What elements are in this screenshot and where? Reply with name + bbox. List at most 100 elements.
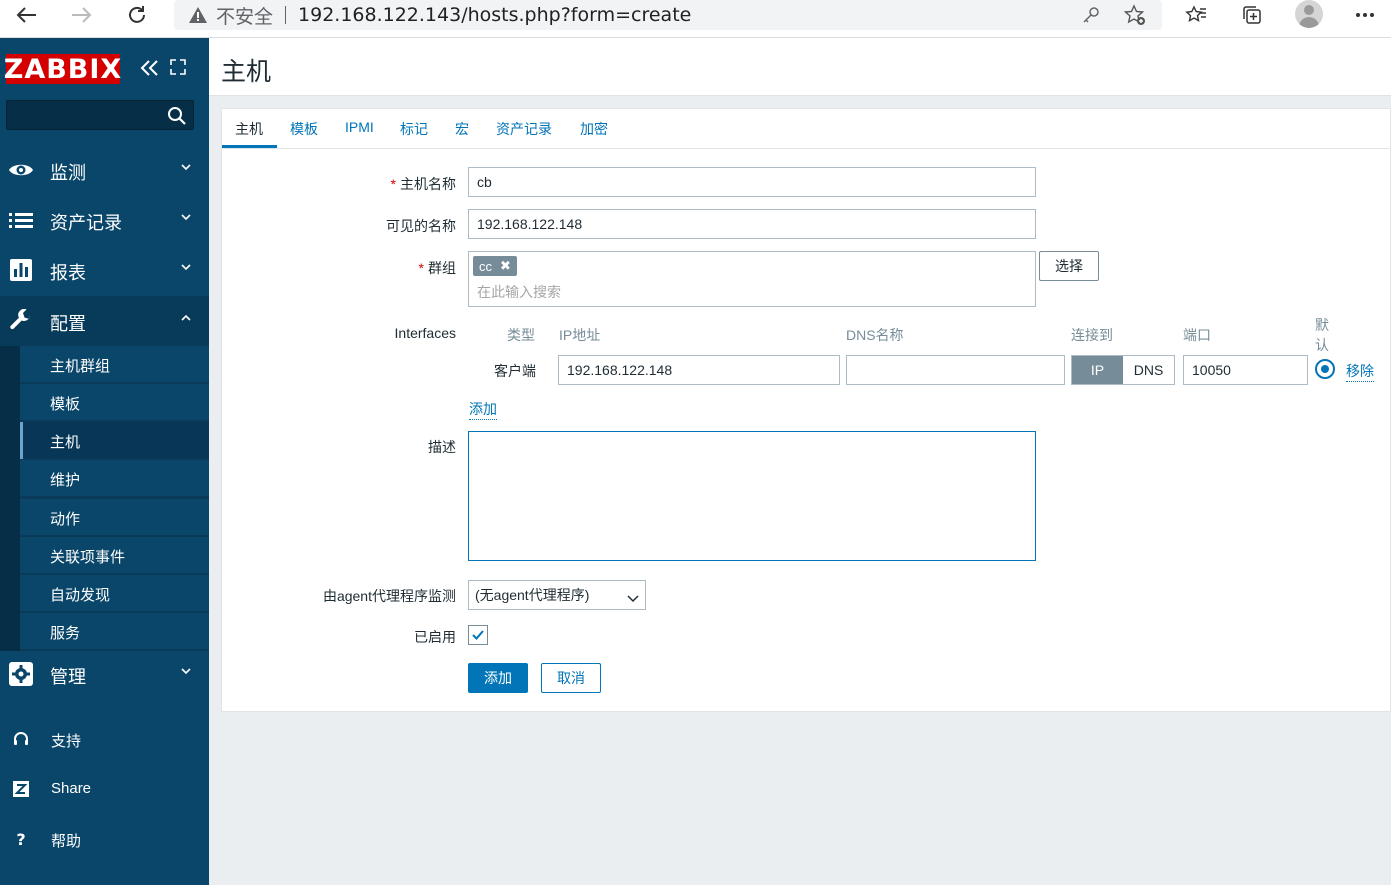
required-asterisk: * bbox=[418, 260, 424, 276]
url-divider bbox=[285, 6, 287, 24]
menu-monitoring[interactable]: 监测 bbox=[0, 145, 209, 195]
submenu-event-correlation[interactable]: 关联项事件 bbox=[20, 537, 209, 574]
chart-icon bbox=[8, 257, 34, 283]
tab-templates[interactable]: 模板 bbox=[290, 119, 318, 149]
reload-icon bbox=[129, 6, 145, 23]
proxy-select[interactable]: (无agent代理程序) bbox=[468, 580, 646, 610]
more-options-icon[interactable] bbox=[1352, 2, 1378, 28]
add-button[interactable]: 添加 bbox=[468, 663, 528, 693]
address-bar[interactable]: 不安全 192.168.122.143/hosts.php?form=creat… bbox=[174, 0, 1162, 30]
host-name-input[interactable]: cb bbox=[468, 167, 1036, 197]
groups-label-text: 群组 bbox=[428, 260, 456, 276]
add-interface-link[interactable]: 添加 bbox=[469, 399, 497, 420]
col-port: 端口 bbox=[1183, 327, 1211, 343]
submenu-host-groups[interactable]: 主机群组 bbox=[20, 346, 209, 383]
share-icon bbox=[10, 779, 32, 799]
back-arrow-icon bbox=[16, 7, 36, 23]
interface-ip-input[interactable]: 192.168.122.148 bbox=[558, 355, 840, 385]
insecure-label: 不安全 bbox=[216, 5, 274, 28]
interface-dns-input[interactable] bbox=[846, 355, 1065, 385]
connect-ip-option[interactable]: IP bbox=[1072, 356, 1123, 384]
description-textarea[interactable] bbox=[468, 431, 1036, 561]
required-asterisk: * bbox=[390, 176, 396, 192]
add-favorite-icon[interactable] bbox=[1124, 4, 1146, 26]
submenu-hosts[interactable]: 主机 bbox=[20, 422, 209, 459]
tab-inventory[interactable]: 资产记录 bbox=[496, 119, 552, 149]
host-name-label-text: 主机名称 bbox=[400, 176, 456, 192]
interface-port-input[interactable]: 10050 bbox=[1183, 355, 1308, 385]
proxy-select-value: (无agent代理程序) bbox=[475, 587, 590, 603]
configuration-submenu: 主机群组 模板 主机 维护 动作 关联项事件 自动发现 服务 bbox=[0, 346, 209, 651]
tab-macros[interactable]: 宏 bbox=[455, 119, 469, 149]
menu-label: 管理 bbox=[50, 667, 86, 687]
footer-support[interactable]: 支持 bbox=[0, 719, 209, 759]
visible-name-input[interactable]: 192.168.122.148 bbox=[468, 209, 1036, 239]
menu-configuration[interactable]: 配置 bbox=[0, 296, 209, 346]
chevron-down-icon bbox=[181, 211, 191, 227]
menu-reports[interactable]: 报表 bbox=[0, 245, 209, 295]
key-icon[interactable] bbox=[1080, 4, 1102, 26]
footer-help[interactable]: ? 帮助 bbox=[0, 819, 209, 859]
submenu-label: 服务 bbox=[50, 625, 81, 642]
default-interface-radio[interactable] bbox=[1315, 359, 1335, 379]
footer-label: 支持 bbox=[51, 733, 82, 750]
interface-type-label: 客户端 bbox=[494, 363, 536, 379]
enabled-checkbox[interactable] bbox=[468, 625, 488, 645]
proxy-label: 由agent代理程序监测 bbox=[322, 588, 456, 604]
visible-name-label: 可见的名称 bbox=[386, 218, 456, 234]
menu-label: 监测 bbox=[50, 163, 86, 183]
col-default-2: 认 bbox=[1315, 337, 1329, 353]
eye-icon bbox=[8, 157, 34, 183]
kiosk-mode-icon[interactable] bbox=[169, 58, 189, 78]
list-icon bbox=[8, 207, 34, 233]
select-groups-button[interactable]: 选择 bbox=[1039, 251, 1099, 281]
footer-label: 帮助 bbox=[51, 833, 82, 850]
remove-interface-link[interactable]: 移除 bbox=[1346, 361, 1374, 382]
footer-share[interactable]: Share bbox=[0, 769, 209, 809]
submenu-label: 关联项事件 bbox=[50, 549, 126, 566]
submenu-maintenance[interactable]: 维护 bbox=[20, 460, 209, 497]
tab-tags[interactable]: 标记 bbox=[400, 119, 428, 149]
profile-avatar-icon[interactable] bbox=[1295, 0, 1323, 28]
tab-encryption[interactable]: 加密 bbox=[580, 119, 608, 149]
menu-label: 资产记录 bbox=[50, 213, 122, 233]
submenu-label: 模板 bbox=[50, 396, 81, 413]
remove-chip-icon[interactable]: ✖ bbox=[500, 259, 511, 274]
menu-inventory[interactable]: 资产记录 bbox=[0, 195, 209, 245]
col-default-1: 默 bbox=[1315, 317, 1329, 333]
host-name-label: * 主机名称 bbox=[282, 174, 456, 194]
submenu-label: 主机 bbox=[50, 434, 81, 451]
submenu-services[interactable]: 服务 bbox=[20, 613, 209, 650]
sidebar: ZABBIX 监测 资产记录 报表 配置 主机群组 模板 主机 维护 动作 关联… bbox=[0, 38, 209, 885]
zabbix-logo[interactable]: ZABBIX bbox=[4, 54, 122, 85]
connect-to-toggle[interactable]: IP DNS bbox=[1071, 355, 1175, 385]
checkmark-icon bbox=[472, 630, 484, 640]
collapse-sidebar-icon[interactable] bbox=[138, 56, 162, 80]
active-tab-indicator bbox=[222, 145, 277, 148]
forward-button[interactable] bbox=[62, 0, 102, 30]
host-form: 主机 模板 IPMI 标记 宏 资产记录 加密 * 主机名称 cb 可见的名称 1… bbox=[221, 108, 1391, 712]
cancel-button[interactable]: 取消 bbox=[541, 663, 601, 693]
submenu-actions[interactable]: 动作 bbox=[20, 499, 209, 536]
submenu-discovery[interactable]: 自动发现 bbox=[20, 575, 209, 612]
back-button[interactable] bbox=[6, 0, 46, 30]
reload-button[interactable] bbox=[117, 0, 157, 30]
favorites-icon[interactable] bbox=[1183, 2, 1209, 28]
col-type: 类型 bbox=[507, 327, 535, 343]
forward-arrow-icon bbox=[72, 7, 92, 23]
sidebar-search-input[interactable] bbox=[6, 100, 194, 130]
chevron-down-icon bbox=[181, 161, 191, 177]
footer-label: Share bbox=[51, 780, 92, 797]
connect-dns-option[interactable]: DNS bbox=[1123, 356, 1174, 384]
tab-ipmi[interactable]: IPMI bbox=[345, 119, 374, 149]
collections-icon[interactable] bbox=[1239, 2, 1265, 28]
browser-toolbar: 不安全 192.168.122.143/hosts.php?form=creat… bbox=[0, 0, 1391, 38]
submenu-bar bbox=[0, 346, 20, 651]
submenu-templates[interactable]: 模板 bbox=[20, 384, 209, 421]
menu-administration[interactable]: 管理 bbox=[0, 649, 209, 699]
search-icon[interactable] bbox=[167, 106, 187, 126]
groups-multiselect[interactable]: cc ✖ 在此输入搜索 bbox=[468, 251, 1036, 307]
url-text[interactable]: 192.168.122.143/hosts.php?form=create bbox=[298, 4, 691, 26]
col-connect: 连接到 bbox=[1071, 327, 1113, 343]
groups-search-placeholder[interactable]: 在此输入搜索 bbox=[477, 282, 561, 302]
